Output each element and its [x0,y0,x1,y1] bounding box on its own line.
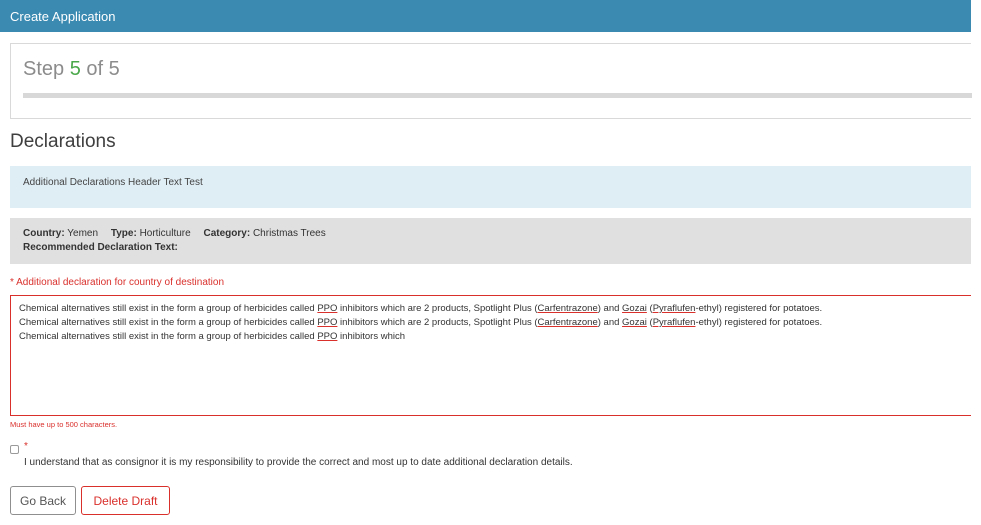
required-mark: * [24,441,28,452]
page-title: Create Application [10,9,116,24]
category-value: Christmas Trees [252,228,326,239]
country-value: Yemen [67,228,99,239]
textarea-line-2: Chemical alternatives still exist in the… [19,317,823,328]
character-limit-help: Must have up to 500 characters. [10,420,118,429]
consent-checkbox[interactable] [10,445,19,454]
progress-bar [23,93,972,98]
textarea-line-3: Chemical alternatives still exist in the… [19,331,405,342]
consent-label: I understand that as consignor it is my … [24,457,573,468]
recommended-declaration-label: Recommended Declaration Text: [23,242,178,253]
declarations-info-box: Additional Declarations Header Text Test [10,166,971,208]
country-label: Country: [23,228,65,239]
type-value: Horticulture [139,228,191,239]
step-prefix: Step [23,58,65,80]
declaration-textarea[interactable]: Chemical alternatives still exist in the… [10,295,971,416]
section-title: Declarations [10,131,116,152]
info-header-text: Additional Declarations Header Text Test [23,177,203,188]
delete-draft-button[interactable]: Delete Draft [81,486,170,515]
step-separator: of [86,58,104,80]
go-back-button[interactable]: Go Back [10,486,76,515]
progress-fill [23,93,972,98]
current-step: 5 [69,58,81,80]
textarea-line-1: Chemical alternatives still exist in the… [19,303,823,314]
application-summary: Country: Yemen Type: Horticulture Catego… [10,218,971,264]
step-indicator-card: Step 5 of 5 [10,43,972,119]
total-steps: 5 [108,58,120,80]
declaration-field-label: * Additional declaration for country of … [10,277,225,288]
app-header: Create Application [0,0,971,32]
step-indicator: Step 5 of 5 [23,58,120,81]
type-label: Type: [110,228,137,239]
category-label: Category: [203,228,251,239]
